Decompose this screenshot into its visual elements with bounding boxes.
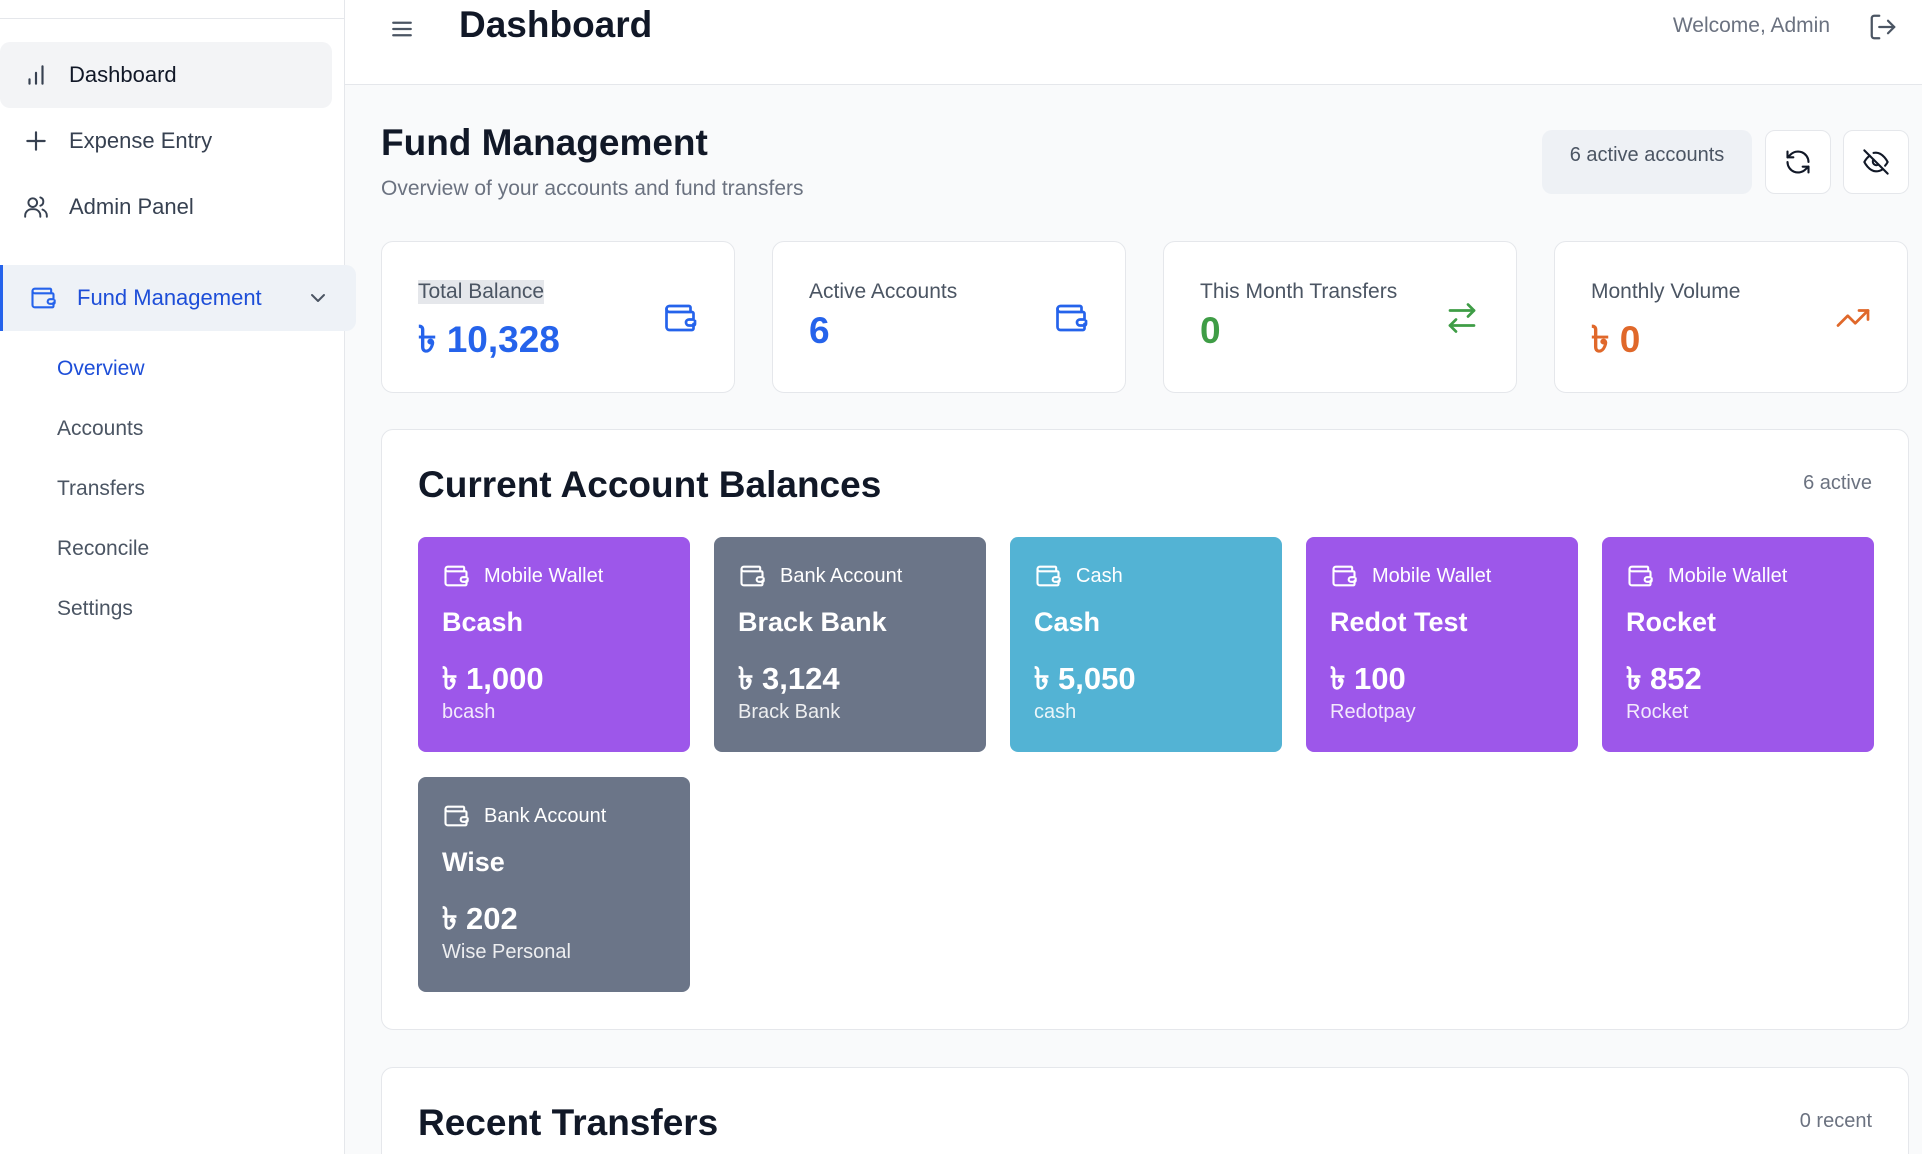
stat-label: Active Accounts: [809, 280, 958, 303]
account-name: Brack Bank: [738, 607, 887, 637]
menu-icon[interactable]: [387, 14, 417, 44]
sidebar-subitem-settings[interactable]: Settings: [57, 597, 133, 621]
wallet-icon: [665, 304, 697, 332]
account-type-row: Mobile Wallet: [1626, 562, 1787, 590]
logout-icon[interactable]: [1868, 12, 1898, 42]
account-subtitle: Rocket: [1626, 701, 1689, 723]
panel-title: Recent Transfers: [418, 1102, 719, 1143]
account-type: Bank Account: [780, 564, 903, 587]
wallet-icon: [740, 565, 765, 587]
stat-card-active-accounts: Active Accounts 6: [772, 241, 1126, 393]
account-card-brack-bank[interactable]: Bank Account Brack Bank ৳ 3,124 Brack Ba…: [714, 537, 986, 752]
sidebar-subitem-transfers[interactable]: Transfers: [57, 477, 145, 501]
stat-label: This Month Transfers: [1200, 280, 1398, 303]
stat-card-month-transfers: This Month Transfers 0: [1163, 241, 1517, 393]
account-type: Bank Account: [484, 804, 607, 827]
top-header: Dashboard Welcome, Admin: [345, 0, 1922, 85]
account-name: Bcash: [442, 607, 524, 637]
sidebar-item-label: Expense Entry: [69, 128, 213, 153]
account-type: Mobile Wallet: [1668, 564, 1788, 587]
sidebar-item-dashboard[interactable]: Dashboard: [0, 42, 332, 108]
wallet-icon: [1036, 565, 1061, 587]
recent-count: 0 recent: [1799, 1110, 1872, 1132]
chevron-down-icon: [311, 294, 325, 302]
wallet-icon: [444, 805, 469, 827]
account-type: Mobile Wallet: [1372, 564, 1492, 587]
account-type-row: Mobile Wallet: [1330, 562, 1491, 590]
sidebar: Dashboard Expense Entry Admin Panel Fund…: [0, 0, 356, 1154]
account-type: Mobile Wallet: [484, 564, 604, 587]
welcome-text: Welcome, Admin: [1672, 14, 1830, 37]
bar-chart-icon: [20, 59, 52, 91]
sidebar-group-label: Fund Management: [77, 285, 262, 310]
account-name: Cash: [1034, 607, 1101, 637]
transfer-arrows-icon: [1448, 303, 1476, 333]
header-title: Dashboard: [459, 4, 653, 45]
wallet-icon: [444, 565, 469, 587]
stat-value: ৳ 10,328: [418, 319, 560, 360]
refresh-button[interactable]: [1765, 130, 1831, 194]
account-subtitle: Brack Bank: [738, 701, 841, 723]
stat-value: 0: [1200, 310, 1221, 351]
sidebar-subitem-overview[interactable]: Overview: [57, 357, 145, 381]
account-type: Cash: [1076, 564, 1123, 587]
page-title: Fund Management: [381, 122, 708, 163]
account-balance: ৳ 1,000: [442, 661, 544, 696]
stat-card-total-balance: Total Balance ৳ 10,328: [381, 241, 735, 393]
wallet-icon: [1332, 565, 1357, 587]
account-type-row: Mobile Wallet: [442, 562, 603, 590]
account-card-rocket[interactable]: Mobile Wallet Rocket ৳ 852 Rocket: [1602, 537, 1874, 752]
sidebar-item-expense-entry[interactable]: Expense Entry: [0, 108, 332, 174]
stat-label: Total Balance: [418, 280, 545, 304]
wallet-icon: [1628, 565, 1653, 587]
account-card-redot-test[interactable]: Mobile Wallet Redot Test ৳ 100 Redotpay: [1306, 537, 1578, 752]
account-balance: ৳ 3,124: [738, 661, 840, 696]
account-balance: ৳ 852: [1626, 661, 1702, 696]
account-name: Redot Test: [1330, 607, 1468, 637]
sidebar-subitem-accounts[interactable]: Accounts: [57, 417, 143, 441]
account-type-row: Cash: [1034, 562, 1123, 590]
wallet-icon: [1056, 304, 1088, 332]
stat-card-monthly-volume: Monthly Volume ৳ 0: [1554, 241, 1908, 393]
sidebar-item-label: Dashboard: [69, 62, 177, 87]
eye-off-icon: [1863, 149, 1889, 175]
account-name: Wise: [442, 847, 505, 877]
plus-icon: [20, 125, 52, 157]
active-count: 6 active: [1803, 472, 1872, 494]
stat-value: ৳ 0: [1591, 319, 1641, 360]
panel-title: Current Account Balances: [418, 464, 882, 505]
account-balance: ৳ 202: [442, 901, 518, 936]
sidebar-item-label: Admin Panel: [69, 194, 194, 219]
wallet-icon: [27, 282, 59, 314]
account-name: Rocket: [1626, 607, 1717, 637]
stat-label: Monthly Volume: [1591, 280, 1741, 303]
sidebar-item-admin-panel[interactable]: Admin Panel: [0, 174, 332, 240]
account-subtitle: bcash: [442, 701, 496, 723]
app-root: Dashboard Expense Entry Admin Panel Fund…: [0, 0, 1922, 1154]
trending-up-icon: [1836, 309, 1870, 327]
recent-transfers-panel: Recent Transfers 0 recent: [381, 1067, 1909, 1154]
account-subtitle: Wise Personal: [442, 941, 571, 963]
account-subtitle: cash: [1034, 701, 1077, 723]
account-card-bcash[interactable]: Mobile Wallet Bcash ৳ 1,000 bcash: [418, 537, 690, 752]
account-card-cash[interactable]: Cash Cash ৳ 5,050 cash: [1010, 537, 1282, 752]
users-icon: [20, 191, 52, 223]
account-type-row: Bank Account: [442, 802, 606, 830]
account-balances-panel: Current Account Balances 6 active Mobile…: [381, 429, 1909, 1030]
account-balance: ৳ 5,050: [1034, 661, 1136, 696]
account-card-wise[interactable]: Bank Account Wise ৳ 202 Wise Personal: [418, 777, 690, 992]
active-accounts-badge: 6 active accounts: [1542, 130, 1752, 194]
account-subtitle: Redotpay: [1330, 701, 1416, 723]
divider: [0, 18, 345, 19]
page-subtitle: Overview of your accounts and fund trans…: [381, 177, 804, 200]
account-balance: ৳ 100: [1330, 661, 1406, 696]
refresh-icon: [1786, 150, 1810, 174]
sidebar-group-fund-management[interactable]: Fund Management: [0, 265, 356, 331]
account-type-row: Bank Account: [738, 562, 902, 590]
hide-balances-button[interactable]: [1843, 130, 1909, 194]
sidebar-subitem-reconcile[interactable]: Reconcile: [57, 537, 149, 561]
stat-value: 6: [809, 310, 830, 351]
main-content: Fund Management Overview of your account…: [345, 86, 1922, 1154]
